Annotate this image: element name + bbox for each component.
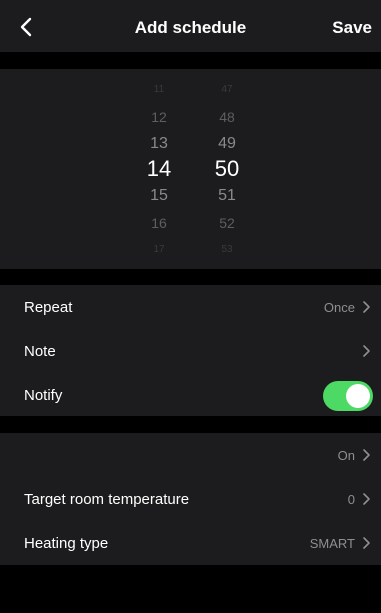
note-row[interactable]: Note: [0, 329, 381, 373]
power-value: On: [337, 447, 355, 463]
schedule-settings-section: Repeat Once Note Notify: [0, 285, 381, 416]
navigation-bar: Add schedule Save: [0, 0, 381, 52]
hour-option[interactable]: 13: [129, 136, 189, 152]
chevron-right-icon: [363, 493, 370, 505]
heating-type-row[interactable]: Heating type SMART: [0, 521, 381, 565]
notify-row: Notify: [0, 373, 381, 417]
toggle-knob: [346, 384, 370, 408]
minute-wheel[interactable]: 47 48 49 50 51 52 53: [197, 69, 257, 269]
save-button[interactable]: Save: [332, 0, 372, 52]
minute-option[interactable]: 51: [197, 188, 257, 204]
hour-option[interactable]: 16: [129, 216, 189, 230]
chevron-right-icon: [363, 345, 370, 357]
chevron-left-icon: [20, 17, 32, 37]
minute-option[interactable]: 48: [197, 110, 257, 124]
back-button[interactable]: [14, 14, 38, 40]
chevron-right-icon: [363, 301, 370, 313]
target-temperature-value: 0: [347, 491, 355, 507]
minute-option[interactable]: 53: [197, 245, 257, 255]
hour-option[interactable]: 11: [129, 85, 189, 95]
repeat-label: Repeat: [24, 298, 73, 316]
add-schedule-screen: Add schedule Save 11 12 13 14 15 16 17 47 48 49 5…: [0, 0, 381, 613]
chevron-right-icon: [363, 449, 370, 461]
time-picker: 11 12 13 14 15 16 17 47 48 49 50 51 52 53: [0, 69, 381, 269]
heating-settings-section: On Target room temperature 0 Heating typ…: [0, 433, 381, 565]
hour-option[interactable]: 12: [129, 110, 189, 124]
minute-option[interactable]: 52: [197, 216, 257, 230]
target-temperature-row[interactable]: Target room temperature 0: [0, 477, 381, 521]
page-title: Add schedule: [134, 18, 247, 37]
minute-option[interactable]: 47: [197, 85, 257, 95]
note-label: Note: [24, 342, 56, 360]
power-row[interactable]: On: [0, 433, 381, 477]
hour-option[interactable]: 15: [129, 188, 189, 204]
repeat-value: Once: [323, 299, 355, 315]
notify-toggle[interactable]: [323, 381, 373, 411]
repeat-row[interactable]: Repeat Once: [0, 285, 381, 329]
minute-option[interactable]: 49: [197, 136, 257, 152]
hour-wheel[interactable]: 11 12 13 14 15 16 17: [129, 69, 189, 269]
hour-option[interactable]: 17: [129, 245, 189, 255]
selected-minute-option[interactable]: 50: [197, 158, 257, 180]
notify-label: Notify: [24, 386, 63, 404]
heating-type-value: SMART: [309, 535, 355, 551]
chevron-right-icon: [363, 537, 370, 549]
target-temperature-label: Target room temperature: [24, 490, 190, 508]
heating-type-label: Heating type: [24, 534, 109, 552]
selected-hour-option[interactable]: 14: [129, 158, 189, 180]
